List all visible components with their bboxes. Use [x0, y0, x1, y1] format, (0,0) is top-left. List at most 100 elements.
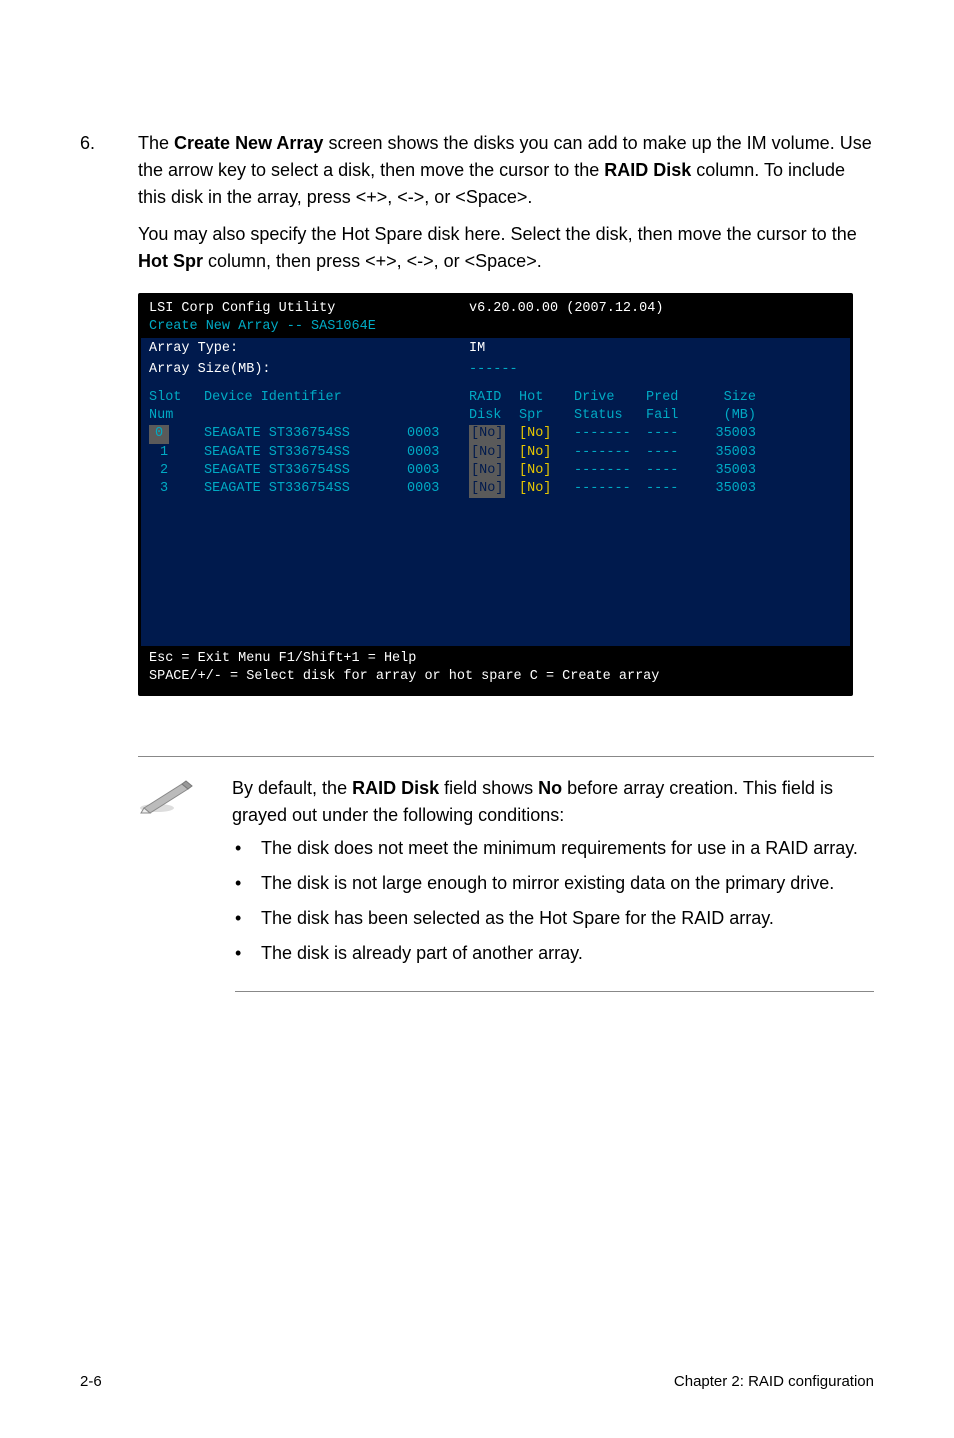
step-number: 6. [80, 130, 98, 211]
followup-part: You may also specify the Hot Spare disk … [138, 224, 857, 244]
cell-drive: ------- [574, 462, 646, 480]
cell-slot: 1 [149, 444, 204, 462]
cell-raid-val: [No] [469, 480, 505, 498]
list-item: • The disk has been selected as the Hot … [235, 905, 874, 932]
bullet-icon: • [235, 940, 239, 967]
list-item: • The disk does not meet the minimum req… [235, 835, 874, 862]
table-header-row-1: Slot Device Identifier RAID Hot Drive Pr… [149, 389, 842, 407]
th-pred: Pred [646, 389, 696, 407]
th-hot: Hot [519, 389, 574, 407]
chapter-title: Chapter 2: RAID configuration [674, 1373, 874, 1390]
th-fail: Fail [646, 407, 696, 425]
step-bold: RAID Disk [604, 160, 691, 180]
array-size-label: Array Size(MB): [149, 361, 469, 379]
cell-raid: [No] [469, 444, 519, 462]
cell-slot: 2 [149, 462, 204, 480]
cell-num: 0003 [407, 480, 469, 498]
cell-drive: ------- [574, 480, 646, 498]
th-blank [407, 407, 469, 425]
array-size-row: Array Size(MB): ------ [149, 359, 842, 379]
cell-drive: ------- [574, 444, 646, 462]
cell-pred: ---- [646, 480, 696, 498]
note-text-part: field shows [439, 778, 538, 798]
terminal-spacer [149, 498, 842, 628]
note-section: By default, the RAID Disk field shows No… [138, 756, 874, 835]
th-blank [204, 407, 407, 425]
footer-line-2: SPACE/+/- = Select disk for array or hot… [149, 668, 842, 686]
page-content: 6. The Create New Array screen shows the… [0, 0, 954, 992]
cell-device: SEAGATE ST336754SS [204, 462, 407, 480]
table-row: 2 SEAGATE ST336754SS 0003 [No] [No] ----… [149, 462, 842, 480]
followup-bold: Hot Spr [138, 251, 203, 271]
step-text: The Create New Array screen shows the di… [138, 130, 874, 211]
table-header-row-2: Num Disk Spr Status Fail (MB) [149, 407, 842, 425]
terminal-version: v6.20.00.00 (2007.12.04) [469, 300, 663, 318]
cell-drive: ------- [574, 425, 646, 443]
table-row: 0 SEAGATE ST336754SS 0003 [No] [No] ----… [149, 425, 842, 443]
cell-slot-val: 0 [149, 425, 169, 443]
note-intro: By default, the RAID Disk field shows No… [232, 775, 874, 829]
cell-raid-val: [No] [469, 444, 505, 462]
step-text-part: The [138, 133, 174, 153]
bullet-icon: • [235, 835, 239, 862]
cell-size: 35003 [696, 480, 756, 498]
th-num: Num [149, 407, 204, 425]
followup-part: column, then press <+>, <->, or <Space>. [203, 251, 542, 271]
cell-slot: 0 [149, 425, 204, 443]
array-type-row: Array Type: IM [149, 338, 842, 358]
terminal-footer: Esc = Exit Menu F1/Shift+1 = Help SPACE/… [141, 646, 850, 692]
cell-hot: [No] [519, 444, 574, 462]
cell-pred: ---- [646, 425, 696, 443]
note-list: • The disk does not meet the minimum req… [235, 835, 874, 992]
th-spr: Spr [519, 407, 574, 425]
list-item: • The disk is already part of another ar… [235, 940, 874, 967]
th-status: Status [574, 407, 646, 425]
step-followup: You may also specify the Hot Spare disk … [138, 221, 874, 275]
note-bold: No [538, 778, 562, 798]
terminal-title-line: LSI Corp Config Utility v6.20.00.00 (200… [149, 300, 842, 318]
list-text: The disk does not meet the minimum requi… [261, 835, 858, 862]
note-text-part: By default, the [232, 778, 352, 798]
cell-raid: [No] [469, 480, 519, 498]
cell-num: 0003 [407, 425, 469, 443]
terminal-header: LSI Corp Config Utility v6.20.00.00 (200… [141, 296, 850, 338]
page-number: 2-6 [80, 1373, 102, 1390]
terminal-body: Array Type: IM Array Size(MB): ------ Sl… [141, 338, 850, 646]
array-type-value: IM [469, 340, 485, 358]
page-footer: 2-6 Chapter 2: RAID configuration [80, 1373, 874, 1390]
cell-device: SEAGATE ST336754SS [204, 480, 407, 498]
array-size-value: ------ [469, 361, 518, 379]
terminal-subtitle: Create New Array -- SAS1064E [149, 318, 842, 336]
list-text: The disk is not large enough to mirror e… [261, 870, 834, 897]
cell-hot: [No] [519, 480, 574, 498]
step-row: 6. The Create New Array screen shows the… [80, 130, 874, 211]
cell-size: 35003 [696, 462, 756, 480]
table-row: 1 SEAGATE ST336754SS 0003 [No] [No] ----… [149, 444, 842, 462]
cell-slot: 3 [149, 480, 204, 498]
table-row: 3 SEAGATE ST336754SS 0003 [No] [No] ----… [149, 480, 842, 498]
bullet-icon: • [235, 905, 239, 932]
cell-size: 35003 [696, 444, 756, 462]
cell-hot: [No] [519, 462, 574, 480]
th-size: Size [696, 389, 756, 407]
cell-size: 35003 [696, 425, 756, 443]
th-disk: Disk [469, 407, 519, 425]
footer-line-1: Esc = Exit Menu F1/Shift+1 = Help [149, 650, 842, 668]
th-raid: RAID [469, 389, 519, 407]
cell-pred: ---- [646, 462, 696, 480]
terminal-title: LSI Corp Config Utility [149, 300, 469, 318]
list-item: • The disk is not large enough to mirror… [235, 870, 874, 897]
note-bold: RAID Disk [352, 778, 439, 798]
cell-raid: [No] [469, 462, 519, 480]
terminal-window: LSI Corp Config Utility v6.20.00.00 (200… [138, 293, 853, 696]
cell-pred: ---- [646, 444, 696, 462]
cell-device: SEAGATE ST336754SS [204, 425, 407, 443]
cell-num: 0003 [407, 462, 469, 480]
cell-raid-val: [No] [469, 425, 505, 443]
cell-raid-val: [No] [469, 462, 505, 480]
step-bold: Create New Array [174, 133, 323, 153]
th-blank [407, 389, 469, 407]
th-slot: Slot [149, 389, 204, 407]
th-drive: Drive [574, 389, 646, 407]
th-mb: (MB) [696, 407, 756, 425]
